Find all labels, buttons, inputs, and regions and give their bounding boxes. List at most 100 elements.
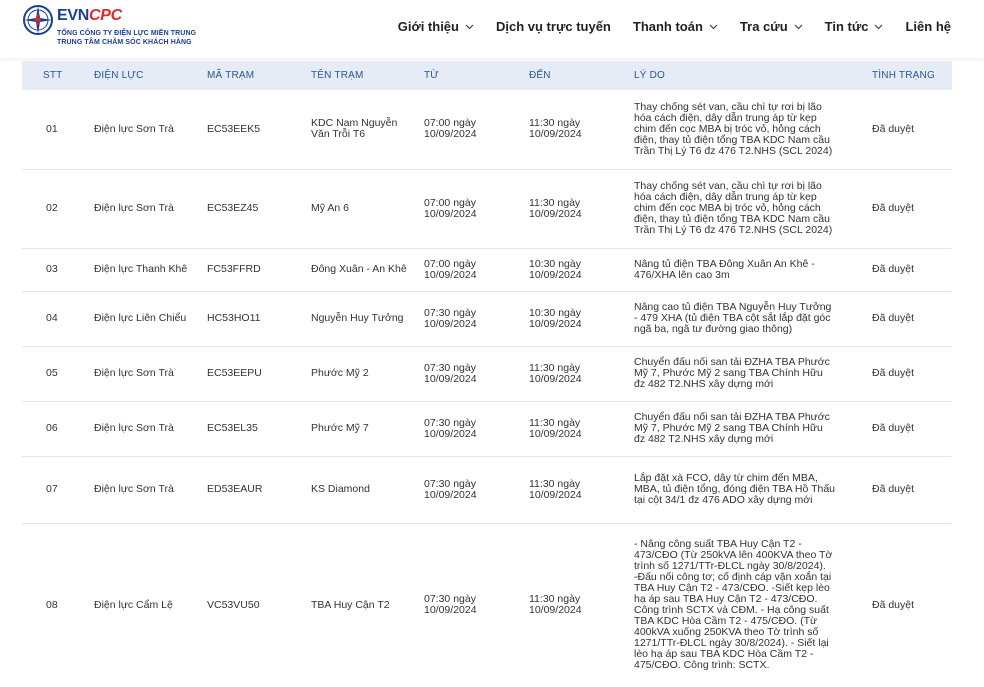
cell-den: 11:30 ngày 10/09/2024: [519, 523, 624, 687]
cell-dien-luc: Điện lực Sơn Trà: [84, 169, 197, 249]
evncpc-logo[interactable]: EVNCPC TỔNG CÔNG TY ĐIỆN LỰC MIỀN TRUNG …: [22, 4, 196, 47]
cell-dien-luc: Điện lực Sơn Trà: [84, 90, 197, 170]
nav-label: Tra cứu: [739, 19, 788, 34]
logo-subtitle-1: TỔNG CÔNG TY ĐIỆN LỰC MIỀN TRUNG: [57, 30, 197, 37]
cell-tu: 07:00 ngày 10/09/2024: [414, 169, 519, 249]
cell-tu: 07:30 ngày 10/09/2024: [414, 346, 519, 402]
cell-ma-tram: HC53HO11: [197, 291, 301, 347]
cell-tinh-trang: Đã duyệt: [862, 456, 952, 524]
table-row: 08 Điện lực Cẩm Lệ VC53VU50 TBA Huy Cận …: [22, 523, 952, 687]
col-header-ten-tram: TÊN TRẠM: [311, 70, 364, 81]
nav-lien-he[interactable]: Liên hệ: [905, 19, 951, 34]
site-header: EVNCPC TỔNG CÔNG TY ĐIỆN LỰC MIỀN TRUNG …: [0, 0, 984, 58]
main-nav: Giới thiệu Dịch vụ trực tuyến Thanh toán…: [398, 19, 951, 34]
cell-ma-tram: EC53EZ45: [197, 169, 301, 249]
cell-ma-tram: EC53EEK5: [197, 90, 301, 170]
cell-stt: 04: [22, 291, 84, 347]
cell-tinh-trang: Đã duyệt: [862, 90, 952, 170]
col-header-dien-luc: ĐIỆN LỰC: [94, 70, 144, 81]
cell-dien-luc: Điện lực Sơn Trà: [84, 401, 197, 457]
cell-dien-luc: Điện lực Cẩm Lệ: [84, 523, 197, 687]
cell-den: 11:30 ngày 10/09/2024: [519, 346, 624, 402]
cell-ma-tram: VC53VU50: [197, 523, 301, 687]
table-row: 02 Điện lực Sơn Trà EC53EZ45 Mỹ An 6 07:…: [22, 169, 952, 249]
cell-ly-do: Thay chống sét van, cầu chì tự rơi bị lã…: [624, 169, 862, 249]
col-header-tinh-trang: TÌNH TRẠNG: [872, 70, 935, 81]
cell-stt: 08: [22, 523, 84, 687]
cell-tu: 07:00 ngày 10/09/2024: [414, 90, 519, 170]
cell-ly-do: Chuyển đấu nối san tải ĐZHA TBA Phước Mỹ…: [624, 401, 862, 457]
col-header-ma-tram: MÃ TRẠM: [207, 70, 255, 81]
nav-dich-vu-truc-tuyen[interactable]: Dịch vụ trực tuyến: [496, 19, 611, 34]
table-row: 03 Điện lực Thanh Khê FC53FFRD Đông Xuân…: [22, 248, 952, 292]
cell-ma-tram: FC53FFRD: [197, 248, 301, 292]
nav-thanh-toan[interactable]: Thanh toán: [633, 19, 718, 34]
cell-ly-do: Thay chống sét van, cầu chì tự rơi bị lã…: [624, 90, 862, 170]
cell-ly-do: Nâng cao tủ điện TBA Nguyễn Huy Tưởng - …: [624, 291, 862, 347]
cell-ten-tram: Phước Mỹ 7: [301, 401, 414, 457]
cell-ly-do: - Nâng công suất TBA Huy Cận T2 - 473/CĐ…: [624, 523, 862, 687]
cell-ten-tram: Phước Mỹ 2: [301, 346, 414, 402]
table-row: 06 Điện lực Sơn Trà EC53EL35 Phước Mỹ 7 …: [22, 401, 952, 457]
cell-ly-do: Chuyển đấu nối san tải ĐZHA TBA Phước Mỹ…: [624, 346, 862, 402]
col-header-stt: STT: [43, 70, 63, 81]
chevron-down-icon: [794, 24, 803, 29]
cell-dien-luc: Điện lực Liên Chiểu: [84, 291, 197, 347]
cell-stt: 03: [22, 248, 84, 292]
cell-den: 11:30 ngày 10/09/2024: [519, 401, 624, 457]
cell-tinh-trang: Đã duyệt: [862, 291, 952, 347]
cell-ma-tram: ED53EAUR: [197, 456, 301, 524]
chevron-down-icon: [875, 24, 883, 29]
col-header-ly-do: LÝ DO: [634, 70, 666, 81]
cell-tinh-trang: Đã duyệt: [862, 346, 952, 402]
cell-ten-tram: Mỹ An 6: [301, 169, 414, 249]
cell-stt: 02: [22, 169, 84, 249]
cell-tu: 07:30 ngày 10/09/2024: [414, 401, 519, 457]
cell-dien-luc: Điện lực Sơn Trà: [84, 456, 197, 524]
cell-stt: 01: [22, 90, 84, 170]
cell-stt: 06: [22, 401, 84, 457]
cell-stt: 07: [22, 456, 84, 524]
col-header-den: ĐẾN: [529, 70, 551, 81]
nav-tin-tuc[interactable]: Tin tức: [825, 19, 884, 34]
table-row: 01 Điện lực Sơn Trà EC53EEK5 KDC Nam Ngu…: [22, 90, 952, 170]
cell-den: 10:30 ngày 10/09/2024: [519, 291, 624, 347]
cell-tinh-trang: Đã duyệt: [862, 523, 952, 687]
cell-tu: 07:30 ngày 10/09/2024: [414, 456, 519, 524]
cell-ten-tram: TBA Huy Cận T2: [301, 523, 414, 687]
cell-den: 10:30 ngày 10/09/2024: [519, 248, 624, 292]
nav-label: Dịch vụ trực tuyến: [495, 19, 611, 34]
cell-den: 11:30 ngày 10/09/2024: [519, 456, 624, 524]
brand-cpc: CPC: [89, 7, 122, 24]
cell-tinh-trang: Đã duyệt: [862, 401, 952, 457]
logo-subtitle-2: TRUNG TÂM CHĂM SÓC KHÁCH HÀNG: [57, 39, 192, 46]
cell-ma-tram: EC53EEPU: [197, 346, 301, 402]
evn-logo-icon: [23, 5, 53, 35]
nav-tra-cuu[interactable]: Tra cứu: [740, 19, 803, 34]
chevron-down-icon: [465, 24, 474, 29]
cell-dien-luc: Điện lực Thanh Khê: [84, 248, 197, 292]
cell-ma-tram: EC53EL35: [197, 401, 301, 457]
nav-gioi-thieu[interactable]: Giới thiệu: [398, 19, 474, 34]
cell-ten-tram: Đông Xuân - An Khê: [301, 248, 414, 292]
cell-ten-tram: KS Diamond: [301, 456, 414, 524]
cell-stt: 05: [22, 346, 84, 402]
cell-dien-luc: Điện lực Sơn Trà: [84, 346, 197, 402]
table-row: 04 Điện lực Liên Chiểu HC53HO11 Nguyễn H…: [22, 291, 952, 347]
cell-ly-do: Lắp đặt xà FCO, dây từ chim đến MBA, MBA…: [624, 456, 862, 524]
chevron-down-icon: [709, 24, 718, 29]
col-header-tu: TỪ: [424, 70, 440, 81]
cell-tinh-trang: Đã duyệt: [862, 248, 952, 292]
table-row: 07 Điện lực Sơn Trà ED53EAUR KS Diamond …: [22, 456, 952, 524]
brand-evn: EVN: [57, 7, 89, 24]
table-row: 05 Điện lực Sơn Trà EC53EEPU Phước Mỹ 2 …: [22, 346, 952, 402]
outage-schedule-table: STT ĐIỆN LỰC MÃ TRẠM TÊN TRẠM TỪ ĐẾN LÝ …: [22, 61, 952, 687]
cell-ten-tram: KDC Nam Nguyễn Văn Trỗi T6: [301, 90, 414, 170]
cell-tu: 07:30 ngày 10/09/2024: [414, 523, 519, 687]
table-header-row: STT ĐIỆN LỰC MÃ TRẠM TÊN TRẠM TỪ ĐẾN LÝ …: [22, 61, 952, 90]
cell-tinh-trang: Đã duyệt: [862, 169, 952, 249]
nav-label: Liên hệ: [905, 19, 951, 34]
cell-ly-do: Nâng tủ điện TBA Đông Xuân An Khê - 476/…: [624, 248, 862, 292]
cell-den: 11:30 ngày 10/09/2024: [519, 169, 624, 249]
cell-tu: 07:30 ngày 10/09/2024: [414, 291, 519, 347]
